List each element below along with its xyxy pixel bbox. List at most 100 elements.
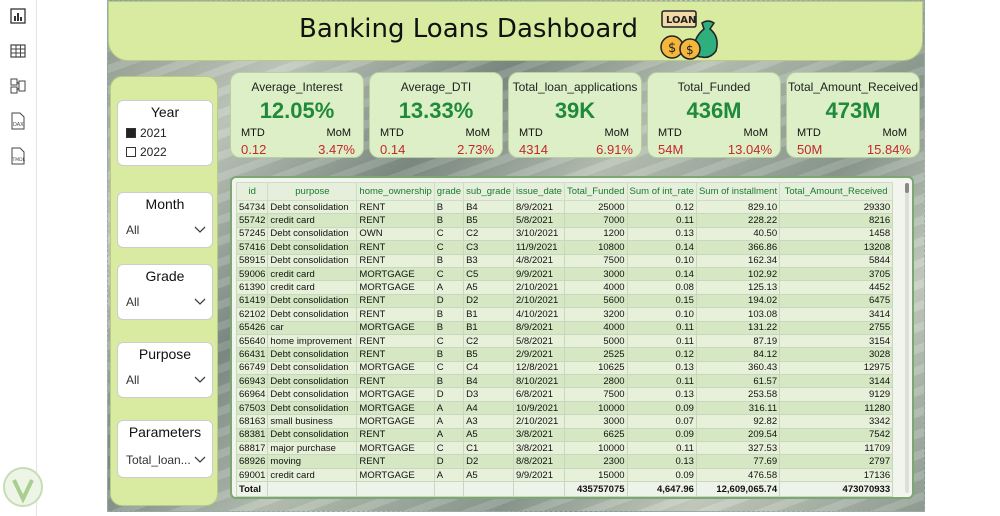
table-row[interactable]: 61390 credit card MORTGAGE A A5 2/10/2021 4000… xyxy=(235,280,894,295)
table-row[interactable]: 59006 credit card MORTGAGE C C5 9/9/2021 3000 0… xyxy=(235,266,894,282)
table-cell: MORTGAGE xyxy=(356,400,435,416)
parameters-dropdown[interactable]: Total_loan... xyxy=(126,451,206,469)
table-scrollbar-thumb[interactable] xyxy=(905,183,909,193)
table-cell: RENT xyxy=(356,240,435,255)
year-option-2021[interactable]: 2021 xyxy=(126,126,167,140)
grade-dropdown[interactable]: All xyxy=(126,293,206,311)
checkbox-checked-icon[interactable] xyxy=(126,128,136,138)
month-dropdown[interactable]: All xyxy=(126,221,206,239)
table-row[interactable]: 68926 moving RENT D D2 8/8/2021 2300 0.13 77.69 2… xyxy=(235,454,894,469)
table-cell: B4 xyxy=(463,199,514,215)
year-slicer: Year 2021 2022 xyxy=(117,100,213,166)
chevron-down-icon[interactable] xyxy=(194,298,206,306)
table-row[interactable]: 66431 Debt consolidation RENT B B5 2/9/2021 25… xyxy=(235,347,894,362)
table-cell: 3705 xyxy=(779,266,894,282)
table-row[interactable]: 58915 Debt consolidation RENT B B3 4/8/2021 75… xyxy=(235,253,894,268)
kpi-title: Total_loan_applications xyxy=(512,80,638,94)
table-row[interactable]: 57245 Debt consolidation OWN C C2 3/10/2021 12… xyxy=(235,226,894,242)
table-row[interactable]: 57416 Debt consolidation RENT C C3 11/9/2021 1… xyxy=(235,240,894,255)
table-cell: 3000 xyxy=(563,266,628,282)
report-view-icon[interactable] xyxy=(9,7,27,25)
table-row[interactable]: 55742 credit card RENT B B5 5/8/2021 7000 0.11 2… xyxy=(235,213,894,228)
kpi-mom-label: MoM xyxy=(882,127,907,139)
kpi-card-total-loan-applications[interactable]: Total_loan_applications 39K MTD MoM 4314… xyxy=(508,72,642,158)
table-cell: credit card xyxy=(267,280,358,295)
table-cell: 0.12 xyxy=(626,347,697,362)
table-row[interactable]: 61419 Debt consolidation RENT D D2 2/10/2021 5… xyxy=(235,293,894,309)
column-header-id[interactable]: id xyxy=(235,182,269,201)
table-cell: C xyxy=(433,441,465,456)
chevron-down-icon[interactable] xyxy=(194,376,206,384)
table-cell: 68926 xyxy=(235,454,269,469)
kpi-card-total-funded[interactable]: Total_Funded 436M MTD MoM 54M 13.04% xyxy=(647,72,781,158)
kpi-card-average-interest[interactable]: Average_Interest 12.05% MTD MoM 0.12 3.4… xyxy=(230,72,364,158)
table-row[interactable]: 65640 home improvement RENT C C2 5/8/2021 5000… xyxy=(235,333,894,349)
table-row[interactable]: 69001 credit card MORTGAGE A A5 9/9/2021 15000… xyxy=(235,467,894,483)
chevron-down-icon[interactable] xyxy=(194,456,206,464)
table-cell: 67503 xyxy=(235,400,269,416)
kpi-card-average-dti[interactable]: Average_DTI 13.33% MTD MoM 0.14 2.73% xyxy=(369,72,503,158)
table-cell: 8/10/2021 xyxy=(513,374,565,389)
table-row[interactable]: 67503 Debt consolidation MORTGAGE A A4 10/9/2… xyxy=(235,400,894,416)
table-cell: 62102 xyxy=(235,307,269,322)
table-cell: Debt consolidation xyxy=(267,374,358,389)
table-row[interactable]: 68817 major purchase MORTGAGE C C1 3/8/2021 10… xyxy=(235,441,894,456)
table-cell: moving xyxy=(267,454,358,469)
table-cell: 253.58 xyxy=(695,387,781,402)
table-row[interactable]: 54734 Debt consolidation RENT B B4 8/9/2021 25… xyxy=(235,199,894,215)
table-row[interactable]: 66964 Debt consolidation MORTGAGE D D3 6/8/20… xyxy=(235,387,894,402)
purpose-dropdown[interactable]: All xyxy=(126,371,206,389)
table-cell: 65426 xyxy=(235,320,269,335)
kpi-mtd-value: 4314 xyxy=(519,142,548,157)
year-option-2022[interactable]: 2022 xyxy=(126,145,167,159)
column-header-purpose[interactable]: purpose xyxy=(267,182,358,201)
table-cell: 5844 xyxy=(779,253,894,268)
column-header-installment[interactable]: Sum of installment xyxy=(695,182,781,201)
tmdl-view-icon[interactable]: TMDL xyxy=(9,147,27,165)
loan-money-bag-icon: LOAN $ $ xyxy=(660,10,718,60)
chevron-down-icon[interactable] xyxy=(194,226,206,234)
table-cell: 12/8/2021 xyxy=(513,360,565,376)
table-row[interactable]: 66749 Debt consolidation MORTGAGE C C4 12/8/2… xyxy=(235,360,894,376)
month-dropdown-value: All xyxy=(126,223,140,237)
table-cell: 54734 xyxy=(235,199,269,215)
table-cell: car xyxy=(267,320,358,335)
checkbox-unchecked-icon[interactable] xyxy=(126,147,136,157)
column-header-amount-received[interactable]: Total_Amount_Received xyxy=(779,182,894,201)
table-view-icon[interactable] xyxy=(9,42,27,60)
kpi-mom-label: MoM xyxy=(743,127,768,139)
table-row[interactable]: 65426 car MORTGAGE B B1 8/9/2021 4000 0.11 131.2… xyxy=(235,320,894,335)
table-cell: RENT xyxy=(356,307,435,322)
table-cell: B xyxy=(433,253,465,268)
table-row[interactable]: 62102 Debt consolidation RENT B B1 4/10/2021 3… xyxy=(235,307,894,322)
column-header-issue-date[interactable]: issue_date xyxy=(513,182,565,201)
table-cell: D xyxy=(433,454,465,469)
table-cell: 69001 xyxy=(235,467,269,483)
table-row[interactable]: 68163 small business MORTGAGE A A3 2/10/2021 3… xyxy=(235,414,894,429)
table-cell: C5 xyxy=(463,266,514,282)
table-header-row: id purpose home_ownership grade sub_grad… xyxy=(235,182,894,201)
table-cell: MORTGAGE xyxy=(356,280,435,295)
kpi-card-total-amount-received[interactable]: Total_Amount_Received 473M MTD MoM 50M 1… xyxy=(786,72,920,158)
model-view-icon[interactable] xyxy=(9,77,27,95)
column-header-total-funded[interactable]: Total_Funded xyxy=(563,182,628,201)
table-cell: RENT xyxy=(356,427,435,443)
table-row[interactable]: 66943 Debt consolidation RENT B B4 8/10/2021 2… xyxy=(235,374,894,389)
table-scrollbar[interactable] xyxy=(905,183,909,493)
column-header-int-rate[interactable]: Sum of int_rate xyxy=(626,182,697,201)
column-header-sub-grade[interactable]: sub_grade xyxy=(463,182,514,201)
dax-query-icon[interactable]: DAX xyxy=(9,112,27,130)
watermark-logo xyxy=(3,467,43,507)
table-cell: 102.92 xyxy=(695,266,781,282)
total-cell xyxy=(356,481,435,497)
table-cell: 10000 xyxy=(563,441,628,456)
table-row[interactable]: 68381 Debt consolidation RENT A A5 3/8/2021 66… xyxy=(235,427,894,443)
table-cell: 57245 xyxy=(235,226,269,242)
table-cell: 0.13 xyxy=(626,454,697,469)
table-cell: credit card xyxy=(267,213,358,228)
total-amount-received-value: 473070933 xyxy=(779,481,894,497)
month-slicer-title: Month xyxy=(145,196,185,212)
loans-table-visual[interactable]: id purpose home_ownership grade sub_grad… xyxy=(230,176,914,499)
column-header-grade[interactable]: grade xyxy=(433,182,465,201)
column-header-home-ownership[interactable]: home_ownership xyxy=(356,182,435,201)
